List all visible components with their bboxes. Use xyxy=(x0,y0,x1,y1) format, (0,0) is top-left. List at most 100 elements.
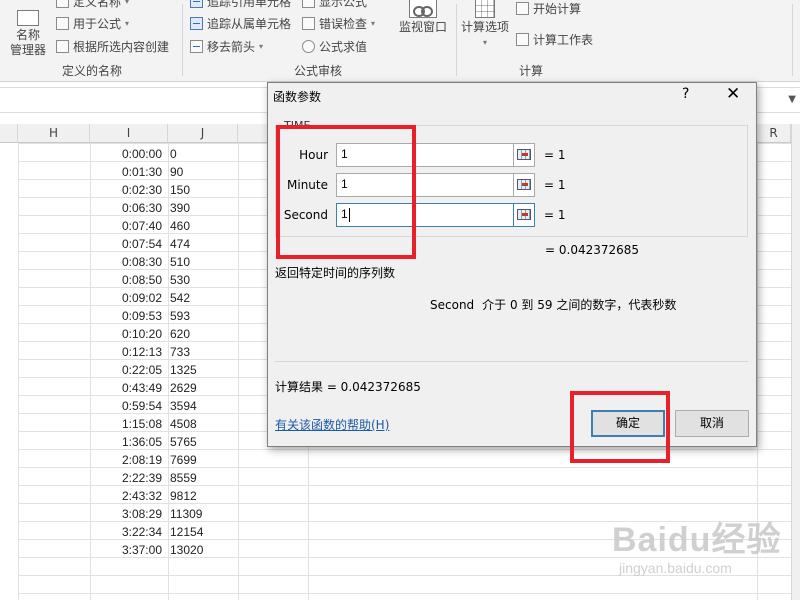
cell-time[interactable]: 2:22:39 xyxy=(90,469,165,487)
cell-seconds[interactable]: 11309 xyxy=(168,505,238,523)
cell-time[interactable]: 1:15:08 xyxy=(90,415,165,433)
evaluate-formula-icon xyxy=(302,40,315,53)
cell-time[interactable]: 0:43:49 xyxy=(90,379,165,397)
cell-seconds[interactable]: 593 xyxy=(168,307,238,325)
dialog-divider xyxy=(275,361,748,362)
cell-time[interactable]: 0:01:30 xyxy=(90,163,165,181)
formula-auditing-group-label: 公式审核 xyxy=(294,64,343,78)
column-header-i[interactable]: I xyxy=(90,124,168,143)
minute-collapse-button[interactable] xyxy=(513,173,535,197)
argument-description-name: Second xyxy=(430,298,475,312)
cell-seconds[interactable]: 390 xyxy=(168,199,238,217)
cell-time[interactable]: 2:43:32 xyxy=(90,487,165,505)
trace-dependents-icon xyxy=(190,17,203,30)
argument-description-text: 介于 0 到 59 之间的数字，代表秒数 xyxy=(482,298,677,312)
calc-now-label: 开始计算 xyxy=(533,2,582,16)
cell-seconds[interactable]: 2629 xyxy=(168,379,238,397)
use-in-formula-icon xyxy=(56,17,69,30)
name-manager-button[interactable]: 名称 管理器 xyxy=(10,10,46,58)
column-header-j[interactable]: J xyxy=(168,124,238,143)
chevron-down-icon[interactable]: ▼ xyxy=(788,94,796,105)
cell-time[interactable]: 3:37:00 xyxy=(90,541,165,559)
trace-precedents-button[interactable]: 追踪引用单元格 xyxy=(190,0,291,10)
cell-seconds[interactable]: 150 xyxy=(168,181,238,199)
second-collapse-button[interactable] xyxy=(513,203,535,227)
calc-sheet-button[interactable]: 计算工作表 xyxy=(516,31,593,48)
cell-seconds[interactable]: 460 xyxy=(168,217,238,235)
cell-time[interactable]: 1:36:05 xyxy=(90,433,165,451)
corner-header[interactable] xyxy=(0,124,18,143)
cell-time[interactable]: 0:08:30 xyxy=(90,253,165,271)
column-header-r[interactable]: R xyxy=(757,124,791,143)
vertical-scrollbar[interactable] xyxy=(791,124,800,600)
defined-names-group-label: 定义的名称 xyxy=(62,64,123,78)
cell-seconds[interactable]: 13020 xyxy=(168,541,238,559)
cell-seconds[interactable]: 474 xyxy=(168,235,238,253)
cell-time[interactable]: 0:10:20 xyxy=(90,325,165,343)
error-checking-button[interactable]: 错误检查 ▾ xyxy=(302,15,375,32)
cell-time[interactable]: 0:09:53 xyxy=(90,307,165,325)
cell-time[interactable]: 3:08:29 xyxy=(90,505,165,523)
cell-time[interactable]: 0:08:50 xyxy=(90,271,165,289)
cell-seconds[interactable]: 8559 xyxy=(168,469,238,487)
cell-seconds[interactable]: 0 xyxy=(168,145,238,163)
cell-seconds[interactable]: 733 xyxy=(168,343,238,361)
function-help-link[interactable]: 有关该函数的帮助(H) xyxy=(275,416,389,433)
remove-arrows-button[interactable]: 移去箭头 ▾ xyxy=(190,38,263,55)
cell-time[interactable]: 0:07:54 xyxy=(90,235,165,253)
show-formulas-button[interactable]: 显示公式 xyxy=(302,0,367,10)
cell-seconds[interactable]: 1325 xyxy=(168,361,238,379)
group-divider xyxy=(456,4,457,76)
cell-seconds[interactable]: 90 xyxy=(168,163,238,181)
help-button[interactable]: ? xyxy=(682,86,689,102)
trace-dependents-button[interactable]: 追踪从属单元格 xyxy=(190,15,291,32)
cell-time[interactable]: 3:22:34 xyxy=(90,523,165,541)
grid-line xyxy=(238,143,239,600)
trace-dependents-label: 追踪从属单元格 xyxy=(207,17,292,31)
calc-options-button[interactable]: 计算选项 ▾ xyxy=(461,0,509,50)
create-from-selection-button[interactable]: 根据所选内容创建 xyxy=(56,38,169,55)
cell-seconds[interactable]: 5765 xyxy=(168,433,238,451)
cell-seconds[interactable]: 620 xyxy=(168,325,238,343)
column-header-h[interactable]: H xyxy=(18,124,90,143)
error-checking-label: 错误检查 xyxy=(319,17,368,31)
cell-time[interactable]: 0:59:54 xyxy=(90,397,165,415)
close-button[interactable]: ✕ xyxy=(726,84,740,104)
cell-time[interactable]: 0:02:30 xyxy=(90,181,165,199)
cell-time[interactable]: 0:22:05 xyxy=(90,361,165,379)
ribbon: 名称 管理器 定义名称 ▾ 用于公式 ▾ 根据所选内容创建 定义的名称 追踪引用… xyxy=(0,0,800,82)
hour-collapse-button[interactable] xyxy=(513,143,535,167)
cell-seconds[interactable]: 12154 xyxy=(168,523,238,541)
cell-seconds[interactable]: 3594 xyxy=(168,397,238,415)
chevron-down-icon: ▾ xyxy=(371,19,376,28)
cancel-button[interactable]: 取消 xyxy=(675,410,749,437)
cell-seconds[interactable]: 530 xyxy=(168,271,238,289)
cell-seconds[interactable]: 542 xyxy=(168,289,238,307)
cell-time[interactable]: 0:09:02 xyxy=(90,289,165,307)
cell-time[interactable]: 0:06:30 xyxy=(90,199,165,217)
use-in-formula-label: 用于公式 xyxy=(73,17,122,31)
cell-seconds[interactable]: 9812 xyxy=(168,487,238,505)
column-header-k[interactable] xyxy=(238,124,268,143)
cell-seconds[interactable]: 4508 xyxy=(168,415,238,433)
formula-result-line: = 0.042372685 xyxy=(545,243,640,257)
range-select-icon xyxy=(517,149,531,160)
cell-seconds[interactable]: 510 xyxy=(168,253,238,271)
calc-now-button[interactable]: 开始计算 xyxy=(516,0,581,17)
cell-seconds[interactable]: 7699 xyxy=(168,451,238,469)
cell-time[interactable]: 0:07:40 xyxy=(90,217,165,235)
excel-window: 名称 管理器 定义名称 ▾ 用于公式 ▾ 根据所选内容创建 定义的名称 追踪引用… xyxy=(0,0,800,600)
cell-time[interactable]: 2:08:19 xyxy=(90,451,165,469)
chevron-down-icon: ▾ xyxy=(125,19,130,28)
cell-time[interactable]: 0:00:00 xyxy=(90,145,165,163)
use-in-formula-button[interactable]: 用于公式 ▾ xyxy=(56,15,129,32)
define-name-button[interactable]: 定义名称 ▾ xyxy=(56,0,129,10)
remove-arrows-label: 移去箭头 xyxy=(207,40,256,54)
cell-time[interactable]: 0:12:13 xyxy=(90,343,165,361)
watch-window-button[interactable]: 监视窗口 xyxy=(399,0,447,35)
name-manager-icon xyxy=(17,10,39,26)
evaluate-formula-button[interactable]: 公式求值 xyxy=(302,38,367,55)
glasses-icon xyxy=(409,0,437,18)
calc-options-label: 计算选项 xyxy=(461,20,510,34)
trace-precedents-label: 追踪引用单元格 xyxy=(207,0,292,9)
